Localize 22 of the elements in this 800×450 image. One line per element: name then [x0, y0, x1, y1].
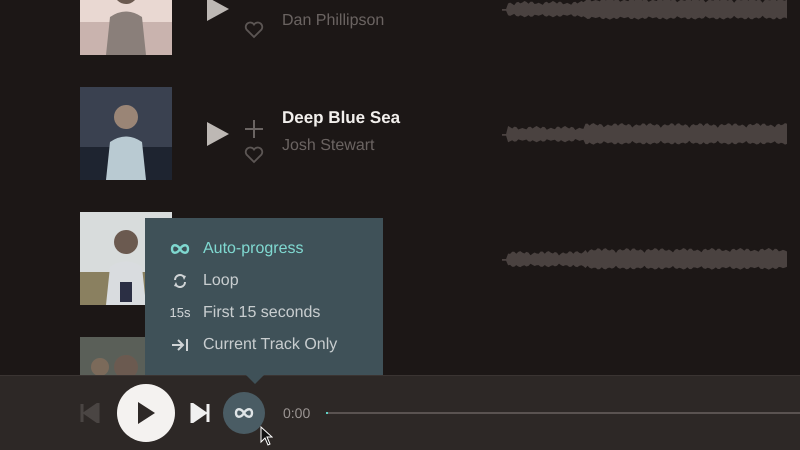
loop-icon — [172, 272, 188, 288]
play-mode-button[interactable] — [223, 392, 265, 434]
track-title[interactable]: Deep Blue Sea — [282, 108, 502, 128]
arrow-to-bar-icon — [171, 336, 189, 352]
menu-item[interactable]: Current Track Only — [167, 333, 383, 356]
elapsed-time: 0:00 — [283, 404, 310, 422]
cursor-icon — [260, 426, 273, 446]
duration-label: 15s — [170, 304, 190, 322]
infinity-icon — [234, 407, 254, 419]
plus-icon[interactable] — [245, 120, 263, 138]
heart-icon[interactable] — [244, 20, 264, 38]
infinity-icon — [170, 242, 190, 254]
play-icon — [136, 401, 156, 425]
artist-name[interactable]: Josh Stewart — [282, 134, 502, 158]
menu-item[interactable]: 15s First 15 seconds — [167, 301, 383, 324]
menu-item[interactable]: Loop — [167, 269, 383, 292]
skip-forward-icon[interactable] — [190, 403, 210, 423]
heart-icon[interactable] — [244, 146, 264, 164]
menu-item[interactable]: Auto-progress — [167, 237, 383, 260]
play-icon[interactable] — [207, 122, 229, 146]
artist-name[interactable]: Dan Phillipson — [282, 8, 502, 32]
play-icon[interactable] — [207, 0, 229, 20]
